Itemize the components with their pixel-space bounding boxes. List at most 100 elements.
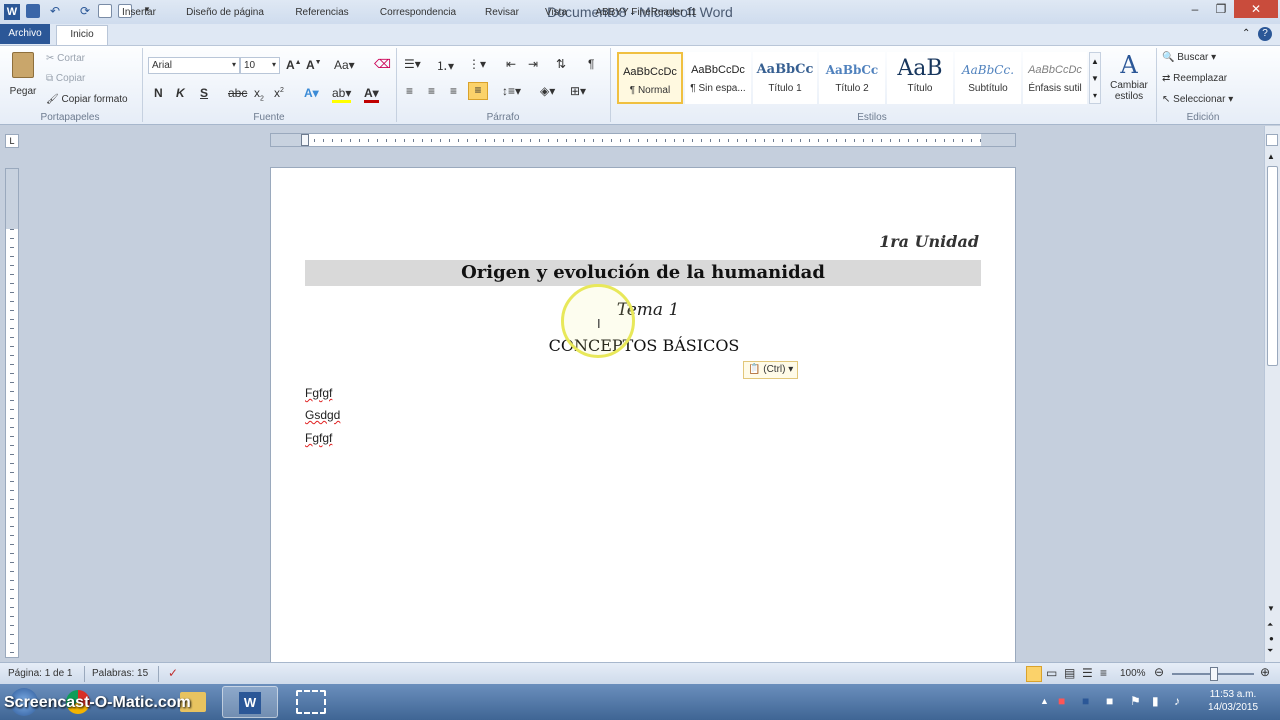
word-taskbar-button[interactable]: W [222,686,278,718]
status-bar: Página: 1 de 1 Palabras: 15 ✓ ▭ ▤ ☰ ≡ 10… [0,662,1280,684]
tab-selector-icon[interactable]: L [5,134,19,148]
find-button[interactable]: 🔍 Buscar ▾ [1162,52,1216,63]
restore-button[interactable]: ❐ [1208,0,1234,18]
scroll-up-arrow[interactable]: ▲ [1267,152,1275,161]
underline-button[interactable]: S [200,86,208,100]
full-screen-view-icon[interactable]: ▭ [1046,666,1057,680]
tray-app-icon[interactable]: ■ [1082,694,1089,708]
vertical-ruler[interactable] [5,168,19,658]
indent-marker[interactable] [301,134,309,146]
clear-format-icon[interactable]: ⌫ [374,57,391,71]
tray-app-icon[interactable]: ■ [1058,694,1065,708]
font-color-icon[interactable]: A▾ [364,86,379,103]
tab-inicio[interactable]: Inicio [56,25,108,46]
web-layout-view-icon[interactable]: ▤ [1064,666,1075,680]
word-count[interactable]: Palabras: 15 [92,668,148,679]
tab-referencias[interactable]: Referencias [286,4,358,22]
vertical-scrollbar[interactable]: ▲ ▼ ⏶ ● ⏷ [1264,126,1280,662]
sort-icon[interactable]: ⇅ [556,57,566,71]
tab-abbyy[interactable]: ABBYY FineReader 11 [586,4,706,22]
minimize-ribbon-icon[interactable]: ⌃ [1242,28,1250,39]
superscript-icon[interactable]: x2 [274,86,284,100]
bold-button[interactable]: N [154,86,163,100]
strikethrough-icon[interactable]: abc [228,86,247,100]
view-ruler-icon[interactable] [1266,134,1278,146]
network-icon[interactable]: ▮ [1152,694,1159,708]
clock[interactable]: 11:53 a.m. 14/03/2015 [1198,688,1268,714]
tab-vista[interactable]: Vista [536,4,576,22]
zoom-in-icon[interactable]: ⊕ [1260,665,1270,679]
outline-view-icon[interactable]: ☰ [1082,666,1093,680]
flag-icon[interactable]: ⚑ [1130,694,1141,708]
grow-font-icon[interactable]: A▲ [286,58,302,72]
align-right-icon[interactable]: ≡ [450,84,457,98]
shading-icon[interactable]: ◈▾ [540,84,555,98]
format-painter-button[interactable]: 🖌 Copiar formato [46,94,128,105]
style-no-spacing[interactable]: AaBbCcDc ¶ Sin espa... [685,52,751,104]
bullets-icon[interactable]: ☰▾ [404,57,421,71]
zoom-out-icon[interactable]: ⊖ [1154,665,1164,679]
change-styles-button[interactable]: A Cambiar estilos [1104,50,1154,102]
show-marks-icon[interactable]: ¶ [588,57,594,71]
proofing-icon[interactable]: ✓ [168,666,178,680]
select-button[interactable]: ↖ Seleccionar ▾ [1162,94,1233,105]
tema-label: Tema 1 [616,300,680,320]
italic-button[interactable]: K [176,86,185,100]
draft-view-icon[interactable]: ≡ [1100,666,1107,680]
tab-correspondencia[interactable]: Correspondencia [368,4,468,22]
tab-diseno-pagina[interactable]: Diseño de página [174,4,276,22]
scroll-down-arrow[interactable]: ▼ [1267,604,1275,613]
horizontal-ruler[interactable] [270,133,1016,147]
numbering-icon[interactable]: ⒈▾ [436,57,454,74]
tab-insertar[interactable]: Insertar [112,4,166,22]
align-center-icon[interactable]: ≡ [428,84,435,98]
next-page-icon[interactable]: ⏷ [1267,646,1273,656]
text-cursor-icon: I [597,316,601,331]
multilevel-list-icon[interactable]: ⋮▾ [468,57,486,71]
borders-icon[interactable]: ⊞▾ [570,84,586,98]
line-spacing-icon[interactable]: ↕≡▾ [502,84,521,98]
scroll-thumb[interactable] [1267,166,1278,366]
align-left-icon[interactable]: ≡ [406,84,413,98]
page-count[interactable]: Página: 1 de 1 [8,668,73,679]
print-layout-view-icon[interactable] [1026,666,1042,682]
tray-app-icon[interactable]: ■ [1106,694,1113,708]
highlight-color-icon[interactable]: ab▾ [332,86,352,103]
style-title[interactable]: AaB Título [887,52,953,104]
style-heading-1[interactable]: AaBbCc Título 1 [753,52,817,104]
copy-button[interactable]: ⧉ Copiar [46,73,85,84]
justify-icon[interactable]: ≡ [468,82,488,100]
minimize-button[interactable]: – [1182,0,1208,18]
prev-page-icon[interactable]: ⏶ [1267,620,1273,630]
style-name: Título [907,83,933,94]
shrink-font-icon[interactable]: A▼ [306,58,322,72]
decrease-indent-icon[interactable]: ⇤ [506,57,516,71]
volume-icon[interactable]: ♪ [1174,694,1180,708]
style-subtitle[interactable]: AaBbCc. Subtítulo [955,52,1021,104]
paste-button[interactable]: Pegar [6,50,40,97]
zoom-slider-thumb[interactable] [1210,667,1218,681]
browse-object-icon[interactable]: ● [1269,634,1274,643]
help-icon[interactable]: ? [1258,27,1272,41]
unit-label: 1ra Unidad [879,232,979,251]
text-effects-icon[interactable]: A▾ [304,86,319,100]
change-case-icon[interactable]: Aa▾ [334,58,355,72]
style-normal[interactable]: AaBbCcDc ¶ Normal [617,52,683,104]
replace-button[interactable]: ⇄ Reemplazar [1162,73,1227,84]
screen-recorder-icon[interactable] [296,690,326,714]
document-page[interactable]: 1ra Unidad Origen y evolución de la huma… [270,167,1016,667]
style-heading-2[interactable]: AaBbCc Título 2 [819,52,885,104]
tray-expand-icon[interactable]: ▲ [1040,696,1049,706]
font-name-dropdown[interactable]: Arial ▾ [148,57,240,74]
tab-revisar[interactable]: Revisar [478,4,526,22]
zoom-level[interactable]: 100% [1120,668,1146,679]
cut-button[interactable]: ✂ Cortar [46,53,85,64]
paste-options-button[interactable]: 📋 (Ctrl) ▾ [743,361,799,379]
style-subtle-emphasis[interactable]: AaBbCcDc Énfasis sutil [1023,52,1087,104]
font-size-dropdown[interactable]: 10 ▾ [240,57,280,74]
close-button[interactable]: ✕ [1234,0,1278,18]
styles-scroll-arrows[interactable]: ▲ ▼ ▾ [1089,52,1101,104]
tab-archivo[interactable]: Archivo [0,24,50,44]
increase-indent-icon[interactable]: ⇥ [528,57,538,71]
subscript-icon[interactable]: x2 [254,86,264,102]
